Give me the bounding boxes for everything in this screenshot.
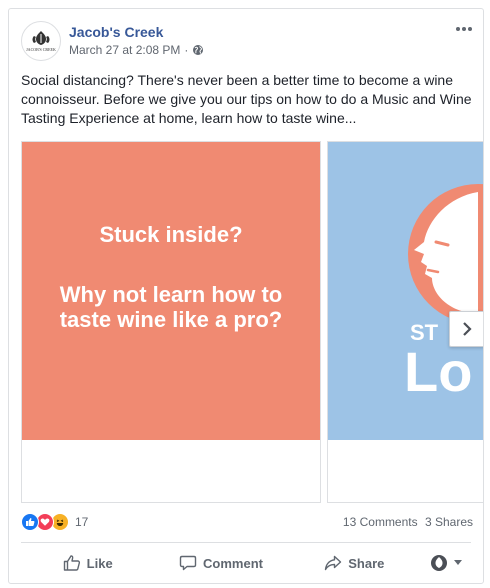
slide-1-line-1: Stuck inside? [99, 222, 243, 247]
share-label: Share [348, 555, 385, 571]
like-label: Like [86, 555, 113, 571]
reaction-count: 17 [75, 515, 89, 529]
meta-separator: · [184, 43, 189, 57]
engagement-counts: 13 Comments 3 Shares [339, 515, 473, 529]
chevron-right-icon [463, 322, 472, 336]
like-reaction-icon [21, 513, 39, 531]
dropdown-caret-icon [453, 560, 462, 565]
slide-2-partial-big-text: Lo [404, 340, 473, 403]
carousel-slide-1[interactable]: Stuck inside? Why not learn how to taste… [21, 141, 321, 503]
post-card: JACOB'S CREEK Jacob's Creek March 27 at … [8, 8, 484, 584]
share-button[interactable]: Share [288, 554, 421, 572]
react-as-selector[interactable] [421, 554, 471, 572]
image-carousel: Stuck inside? Why not learn how to taste… [21, 141, 483, 507]
post-actions-bar: Like Comment Share [21, 549, 471, 577]
more-options-button[interactable] [455, 19, 473, 33]
page-avatar-small-icon [430, 555, 447, 571]
post-text: Social distancing? There's never been a … [21, 72, 472, 126]
slide-2-image[interactable]: ST Lo [328, 142, 483, 440]
comment-button[interactable]: Comment [154, 554, 287, 572]
carousel-next-button[interactable] [449, 311, 483, 347]
comment-icon [179, 555, 197, 571]
share-icon [325, 555, 342, 571]
ellipsis-icon [456, 27, 472, 31]
post-meta: March 27 at 2:08 PM · [69, 43, 204, 57]
slide-1-line-2: Why not learn how to taste wine like a p… [59, 282, 283, 332]
jacobs-creek-logo-icon [32, 31, 50, 45]
comment-label: Comment [203, 555, 263, 571]
comments-count-link[interactable]: 13 Comments [343, 515, 418, 529]
slide-1-image[interactable]: Stuck inside? Why not learn how to taste… [22, 142, 320, 440]
thumbs-up-icon [63, 555, 80, 571]
actions-divider [21, 542, 471, 543]
page-avatar[interactable]: JACOB'S CREEK [21, 21, 61, 61]
reactions-summary[interactable]: 17 [21, 513, 88, 531]
globe-icon[interactable] [192, 44, 204, 56]
post-timestamp[interactable]: March 27 at 2:08 PM [69, 43, 180, 57]
shares-count-link[interactable]: 3 Shares [425, 515, 473, 529]
like-button[interactable]: Like [21, 554, 154, 572]
logo-text: JACOB'S CREEK [26, 47, 56, 52]
page-name-link[interactable]: Jacob's Creek [69, 24, 163, 40]
